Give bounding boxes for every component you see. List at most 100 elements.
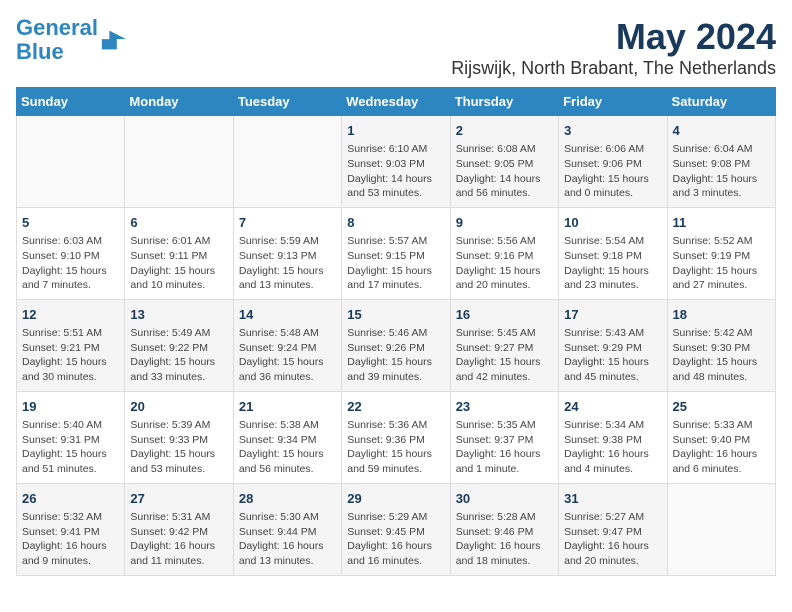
day-info: Sunset: 9:16 PM xyxy=(456,249,553,264)
day-number: 25 xyxy=(673,398,770,416)
day-info: Daylight: 16 hours and 13 minutes. xyxy=(239,539,336,568)
calendar-cell: 31 Sunrise: 5:27 AMSunset: 9:47 PMDayligh… xyxy=(559,483,667,575)
day-info: Sunrise: 5:33 AM xyxy=(673,418,770,433)
calendar-cell: 28Sunrise: 5:30 AMSunset: 9:44 PMDayligh… xyxy=(233,483,341,575)
day-info: Sunset: 9:27 PM xyxy=(456,341,553,356)
title-section: May 2024 Rijswijk, North Brabant, The Ne… xyxy=(451,16,776,79)
day-number: 6 xyxy=(130,214,227,232)
day-info: Sunrise: 5:57 AM xyxy=(347,234,444,249)
day-info: Sunset: 9:11 PM xyxy=(130,249,227,264)
day-number: 23 xyxy=(456,398,553,416)
calendar-cell: 16Sunrise: 5:45 AMSunset: 9:27 PMDayligh… xyxy=(450,299,558,391)
day-info: Daylight: 16 hours and 18 minutes. xyxy=(456,539,553,568)
day-number: 13 xyxy=(130,306,227,324)
day-number: 11 xyxy=(673,214,770,232)
calendar-cell: 2Sunrise: 6:08 AMSunset: 9:05 PMDaylight… xyxy=(450,116,558,208)
day-info: Daylight: 15 hours and 45 minutes. xyxy=(564,355,661,384)
day-info: Sunset: 9:05 PM xyxy=(456,157,553,172)
day-number: 20 xyxy=(130,398,227,416)
calendar-week-2: 5Sunrise: 6:03 AMSunset: 9:10 PMDaylight… xyxy=(17,207,776,299)
day-info: Daylight: 16 hours and 6 minutes. xyxy=(673,447,770,476)
day-info: Sunset: 9:18 PM xyxy=(564,249,661,264)
day-info: Sunrise: 5:52 AM xyxy=(673,234,770,249)
day-info: Sunset: 9:47 PM xyxy=(564,525,661,540)
day-number: 24 xyxy=(564,398,661,416)
weekday-header-monday: Monday xyxy=(125,88,233,116)
calendar-cell: 4Sunrise: 6:04 AMSunset: 9:08 PMDaylight… xyxy=(667,116,775,208)
weekday-header-thursday: Thursday xyxy=(450,88,558,116)
calendar-cell: 11 Sunrise: 5:52 AMSunset: 9:19 PMDayligh… xyxy=(667,207,775,299)
day-info: Sunset: 9:44 PM xyxy=(239,525,336,540)
day-info: Sunset: 9:41 PM xyxy=(22,525,119,540)
day-info: Sunset: 9:22 PM xyxy=(130,341,227,356)
day-info: Daylight: 15 hours and 13 minutes. xyxy=(239,264,336,293)
calendar-cell: 8Sunrise: 5:57 AMSunset: 9:15 PMDaylight… xyxy=(342,207,450,299)
day-info: Sunset: 9:10 PM xyxy=(22,249,119,264)
day-info: Sunrise: 6:04 AM xyxy=(673,142,770,157)
day-info: Daylight: 15 hours and 42 minutes. xyxy=(456,355,553,384)
logo-text: General Blue xyxy=(16,16,98,64)
day-info: Sunset: 9:08 PM xyxy=(673,157,770,172)
day-info: Sunset: 9:26 PM xyxy=(347,341,444,356)
day-info: Sunset: 9:19 PM xyxy=(673,249,770,264)
calendar-week-4: 19Sunrise: 5:40 AMSunset: 9:31 PMDayligh… xyxy=(17,391,776,483)
day-info: Sunrise: 5:38 AM xyxy=(239,418,336,433)
day-info: Daylight: 15 hours and 10 minutes. xyxy=(130,264,227,293)
day-info: Sunset: 9:45 PM xyxy=(347,525,444,540)
weekday-header-sunday: Sunday xyxy=(17,88,125,116)
day-info: Sunrise: 5:48 AM xyxy=(239,326,336,341)
calendar-cell: 21Sunrise: 5:38 AMSunset: 9:34 PMDayligh… xyxy=(233,391,341,483)
day-info: Sunrise: 5:39 AM xyxy=(130,418,227,433)
day-info: Sunset: 9:24 PM xyxy=(239,341,336,356)
day-number: 22 xyxy=(347,398,444,416)
calendar-cell xyxy=(125,116,233,208)
day-number: 27 xyxy=(130,490,227,508)
calendar-cell: 3Sunrise: 6:06 AMSunset: 9:06 PMDaylight… xyxy=(559,116,667,208)
calendar-cell: 13Sunrise: 5:49 AMSunset: 9:22 PMDayligh… xyxy=(125,299,233,391)
day-info: Sunset: 9:29 PM xyxy=(564,341,661,356)
weekday-header-friday: Friday xyxy=(559,88,667,116)
day-info: Daylight: 15 hours and 30 minutes. xyxy=(22,355,119,384)
day-number: 5 xyxy=(22,214,119,232)
day-info: Daylight: 15 hours and 56 minutes. xyxy=(239,447,336,476)
day-info: Sunrise: 6:08 AM xyxy=(456,142,553,157)
calendar-cell: 19Sunrise: 5:40 AMSunset: 9:31 PMDayligh… xyxy=(17,391,125,483)
day-number: 31 xyxy=(564,490,661,508)
day-number: 14 xyxy=(239,306,336,324)
day-number: 26 xyxy=(22,490,119,508)
day-info: Sunrise: 5:45 AM xyxy=(456,326,553,341)
day-info: Daylight: 16 hours and 16 minutes. xyxy=(347,539,444,568)
day-info: Daylight: 15 hours and 0 minutes. xyxy=(564,172,661,201)
calendar-cell: 18Sunrise: 5:42 AMSunset: 9:30 PMDayligh… xyxy=(667,299,775,391)
day-info: Sunrise: 5:46 AM xyxy=(347,326,444,341)
day-info: Daylight: 15 hours and 27 minutes. xyxy=(673,264,770,293)
day-number: 15 xyxy=(347,306,444,324)
month-title: May 2024 xyxy=(451,16,776,58)
day-info: Sunset: 9:31 PM xyxy=(22,433,119,448)
day-number: 2 xyxy=(456,122,553,140)
day-info: Sunset: 9:40 PM xyxy=(673,433,770,448)
day-info: Sunrise: 5:28 AM xyxy=(456,510,553,525)
day-info: Sunrise: 5:36 AM xyxy=(347,418,444,433)
day-number: 19 xyxy=(22,398,119,416)
calendar-cell: 25 Sunrise: 5:33 AMSunset: 9:40 PMDayligh… xyxy=(667,391,775,483)
day-info: Daylight: 14 hours and 53 minutes. xyxy=(347,172,444,201)
calendar-cell: 20 Sunrise: 5:39 AMSunset: 9:33 PMDayligh… xyxy=(125,391,233,483)
calendar-cell: 26Sunrise: 5:32 AMSunset: 9:41 PMDayligh… xyxy=(17,483,125,575)
day-info: Daylight: 16 hours and 9 minutes. xyxy=(22,539,119,568)
day-info: Daylight: 15 hours and 53 minutes. xyxy=(130,447,227,476)
logo-icon xyxy=(100,26,128,54)
day-info: Sunrise: 5:49 AM xyxy=(130,326,227,341)
day-number: 9 xyxy=(456,214,553,232)
day-info: Sunrise: 5:27 AM xyxy=(564,510,661,525)
day-info: Sunset: 9:37 PM xyxy=(456,433,553,448)
calendar-cell: 6Sunrise: 6:01 AMSunset: 9:11 PMDaylight… xyxy=(125,207,233,299)
page-header: General Blue May 2024 Rijswijk, North Br… xyxy=(16,16,776,79)
day-info: Sunrise: 5:56 AM xyxy=(456,234,553,249)
day-info: Sunset: 9:06 PM xyxy=(564,157,661,172)
day-info: Daylight: 15 hours and 48 minutes. xyxy=(673,355,770,384)
day-number: 17 xyxy=(564,306,661,324)
day-info: Daylight: 16 hours and 20 minutes. xyxy=(564,539,661,568)
day-info: Sunset: 9:15 PM xyxy=(347,249,444,264)
day-info: Sunset: 9:33 PM xyxy=(130,433,227,448)
